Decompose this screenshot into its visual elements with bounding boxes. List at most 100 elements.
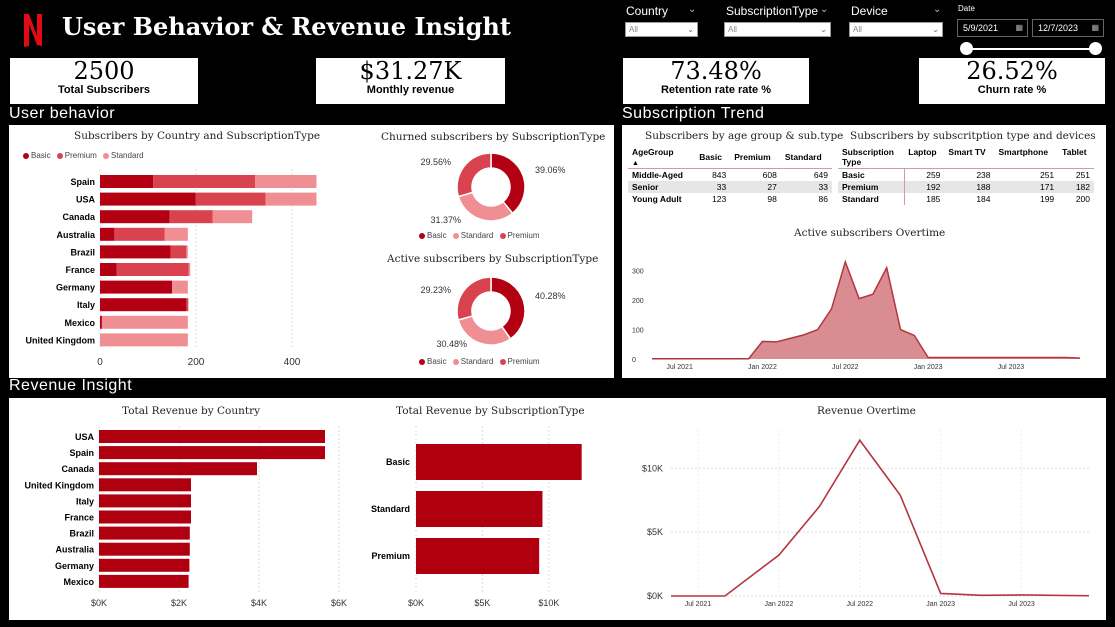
bar-segment-premium (116, 263, 189, 276)
kpi-value: $31.27K (359, 57, 462, 85)
x-tick-label: $2K (171, 598, 187, 608)
x-tick-label: Jul 2022 (847, 601, 874, 608)
bar (416, 491, 543, 527)
table-row: Middle-Aged 843 608 649 (628, 169, 832, 182)
bar (99, 462, 257, 476)
bar-segment-standard (164, 227, 188, 241)
kpi-label: Monthly revenue (366, 84, 455, 96)
chart-title: Active subscribers Overtime (794, 227, 946, 239)
kpi-value: 2500 (73, 57, 135, 85)
category-label: USA (75, 432, 95, 442)
donut-slice-premium (456, 152, 492, 198)
y-tick-label: $5K (647, 527, 663, 537)
calendar-icon[interactable]: ▦ (1015, 20, 1023, 36)
category-label: France (64, 513, 94, 523)
subscription-type-clear-icon[interactable]: ⌄ (820, 4, 828, 15)
category-label: Italy (77, 300, 95, 310)
section-title-user-behavior: User behavior (9, 105, 116, 122)
data-label: 39.06% (535, 165, 566, 175)
subscription-type-filter-label: SubscriptionType (726, 4, 819, 18)
standard-legend-dot (452, 232, 459, 239)
table-cell: 192 (904, 181, 945, 193)
bar-segment-standard (101, 315, 188, 329)
category-label: Australia (55, 545, 95, 555)
bar-segment-premium (195, 192, 266, 206)
category-label: France (65, 265, 95, 275)
revenue-insight-panel: Total Revenue by Country $0K $2K $4K $6K USA… (9, 398, 1106, 620)
legend-label: Basic (427, 231, 447, 240)
country-chart-legend: Basic Premium Standard (23, 151, 144, 160)
country-dropdown[interactable]: All ⌄ (625, 22, 698, 37)
category-label: Canada (62, 212, 96, 222)
standard-legend-dot (452, 358, 459, 365)
date-start-input[interactable]: 5/9/2021 ▦ (957, 19, 1028, 37)
donut-slice-standard (457, 191, 514, 222)
date-end-input[interactable]: 12/7/2023 ▦ (1032, 19, 1104, 37)
subscription-type-dropdown[interactable]: All ⌄ (724, 22, 831, 37)
column-header[interactable]: Laptop (904, 146, 945, 169)
table-cell: 86 (818, 194, 828, 204)
date-end-value: 12/7/2023 (1038, 23, 1079, 33)
data-label: 29.56% (420, 157, 451, 167)
table-cell: 251 (1075, 170, 1090, 180)
data-label: 31.37% (430, 215, 461, 225)
column-header[interactable]: Premium (730, 146, 781, 169)
table-cell: 98 (767, 194, 777, 204)
churned-donut-chart: 39.06% 31.37% 29.56% (420, 152, 566, 225)
sort-icon[interactable]: ▲ (632, 160, 639, 167)
device-dropdown[interactable]: All ⌄ (849, 22, 943, 37)
column-header[interactable]: Subscription Type (838, 146, 905, 169)
column-header[interactable]: Standard (780, 146, 832, 169)
date-slider-track[interactable] (965, 48, 1095, 50)
legend-label: Standard (460, 357, 494, 366)
country-stacked-bar-chart: 0 200 400 Spain USA Canada Australia Brazil Fran… (26, 169, 317, 368)
bar (99, 430, 325, 443)
category-label: Standard (371, 504, 410, 514)
category-label: Mexico (64, 318, 95, 328)
table-cell: 608 (762, 170, 777, 180)
revenue-by-country-bar-chart: $0K $2K $4K $6K USA Spain Canada United Kingdom… (25, 426, 347, 608)
table-cell: 259 (926, 170, 941, 180)
active-donut-chart: 40.28% 30.48% 29.23% (420, 276, 566, 349)
table-cell: 200 (1075, 194, 1090, 204)
area-fill (652, 261, 1080, 359)
data-label: 40.28% (535, 291, 566, 301)
column-header[interactable]: Basic (695, 146, 731, 169)
date-slider-end-handle[interactable] (1089, 42, 1102, 55)
bar-segment-basic (100, 227, 115, 241)
bar-segment-basic (100, 263, 117, 276)
data-label: 29.23% (420, 285, 451, 295)
section-title-subscription-trend: Subscription Trend (622, 105, 765, 122)
category-label: Brazil (70, 247, 95, 257)
y-tick-label: $0K (647, 591, 663, 601)
netflix-logo (24, 14, 42, 47)
x-tick-label: Jul 2023 (998, 364, 1025, 371)
donut-slice-premium (456, 276, 492, 321)
x-tick-label: Jul 2023 (1008, 601, 1035, 608)
column-header[interactable]: Smart TV (944, 146, 995, 169)
column-header[interactable]: Smartphone (994, 146, 1059, 169)
bar-segment-standard (188, 263, 191, 276)
table-cell: 185 (926, 194, 941, 204)
category-label: Germany (55, 561, 94, 571)
table-cell: 182 (1058, 181, 1094, 193)
bar-segment-premium (186, 298, 189, 312)
revenue-overtime-line-chart: $0K $5K $10K Jul 2021 Jan 2022 Jul 2022 Jan 20… (642, 430, 1090, 608)
table-cell: 649 (813, 170, 828, 180)
kpi-card-monthly-revenue: $31.27K Monthly revenue (316, 58, 505, 104)
date-start-value: 5/9/2021 (963, 23, 999, 33)
table-cell: 843 (712, 170, 727, 180)
country-clear-icon[interactable]: ⌄ (688, 4, 696, 15)
column-header[interactable]: Tablet (1058, 146, 1094, 169)
table-row: Standard 185 184 199 200 (838, 193, 1094, 205)
date-slider-start-handle[interactable] (960, 42, 973, 55)
date-filter-label: Date (958, 4, 975, 13)
calendar-icon[interactable]: ▦ (1091, 20, 1099, 36)
category-label: Basic (386, 457, 410, 467)
x-tick-label: $6K (331, 598, 347, 608)
column-header[interactable]: AgeGroup ▲ (628, 146, 696, 169)
device-clear-icon[interactable]: ⌄ (933, 4, 941, 15)
bar-segment-standard (255, 175, 317, 188)
chevron-down-icon: ⌄ (932, 25, 939, 34)
user-behavior-panel: Subscribers by Country and SubscriptionT… (9, 125, 614, 378)
